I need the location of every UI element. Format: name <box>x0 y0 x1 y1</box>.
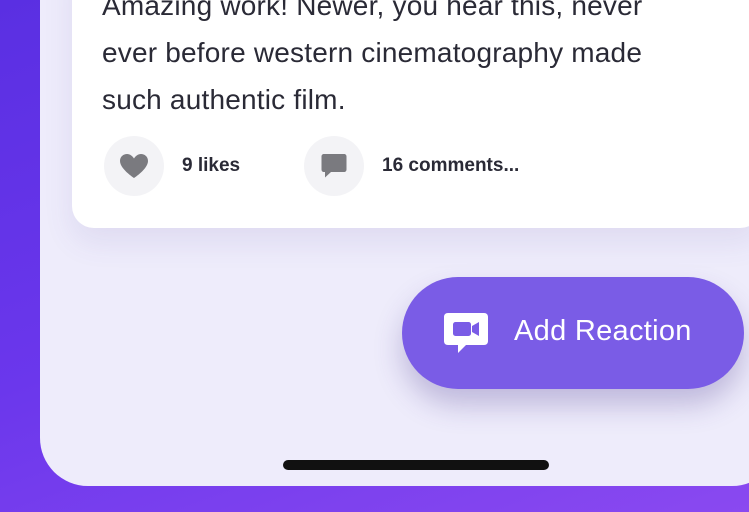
home-indicator[interactable] <box>283 460 549 470</box>
post-card: Amazing work! Newer, you hear this, neve… <box>72 0 749 228</box>
comments-button[interactable]: 16 comments... <box>304 136 519 196</box>
comments-count-label: 16 comments... <box>382 155 520 176</box>
add-reaction-button[interactable]: Add Reaction <box>402 277 744 389</box>
post-text: Amazing work! Newer, you hear this, neve… <box>102 0 742 123</box>
post-text-line: ever before western cinematography made <box>102 37 643 68</box>
video-chat-icon <box>444 313 488 353</box>
phone-screen: Amazing work! Newer, you hear this, neve… <box>40 0 749 486</box>
comment-icon-wrap[interactable] <box>304 136 364 196</box>
likes-count-label: 9 likes <box>182 155 241 176</box>
like-icon-wrap[interactable] <box>104 136 164 196</box>
phone-frame: Amazing work! Newer, you hear this, neve… <box>0 0 749 512</box>
add-reaction-label: Add Reaction <box>514 315 692 347</box>
post-text-line: such authentic film. <box>102 84 346 115</box>
heart-icon <box>120 154 148 178</box>
comment-icon <box>321 154 347 178</box>
post-text-line: Amazing work! Newer, you hear this, neve… <box>102 0 643 21</box>
like-button[interactable]: 9 likes <box>104 136 240 196</box>
